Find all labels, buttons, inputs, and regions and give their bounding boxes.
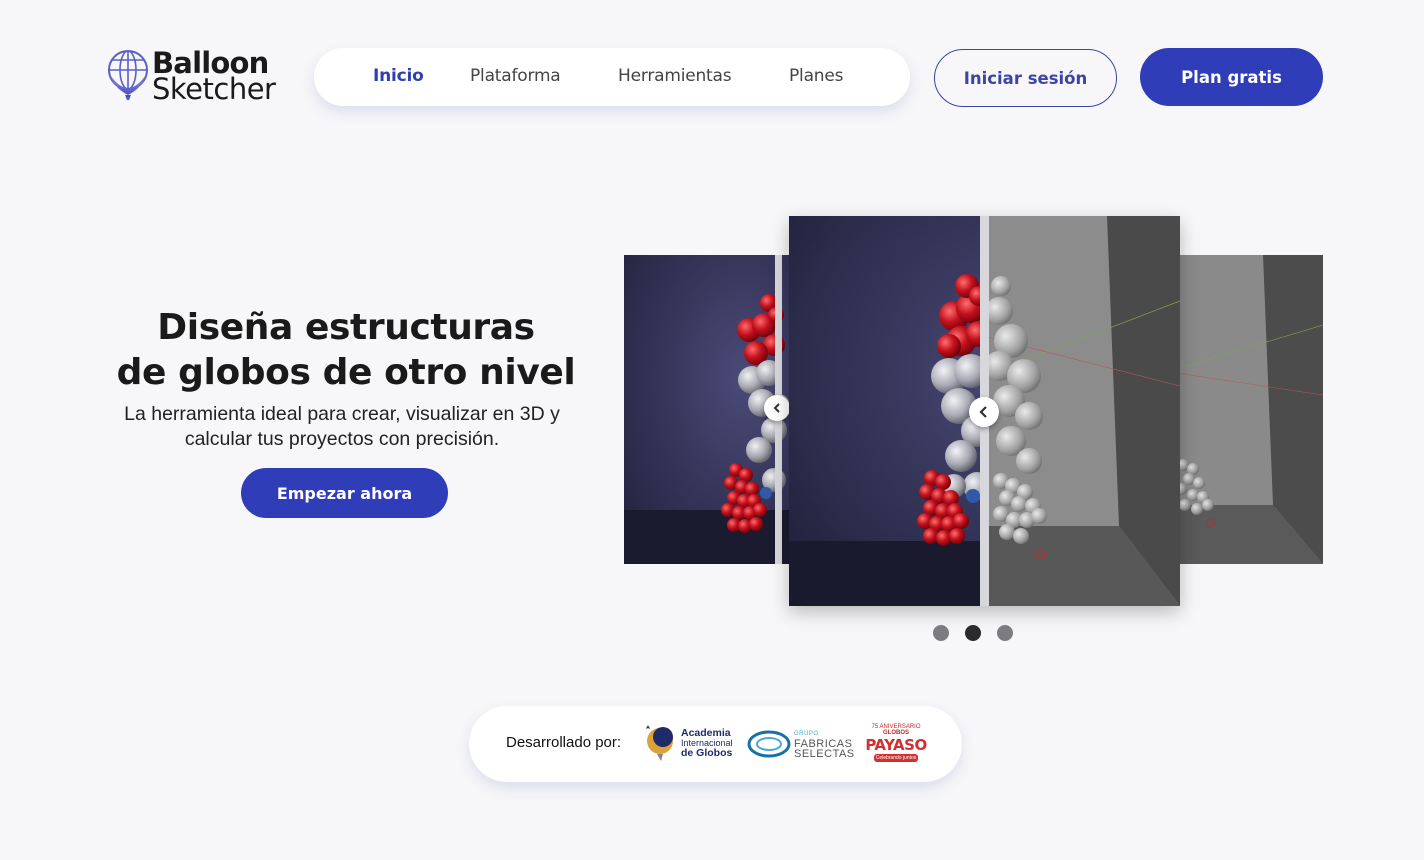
carousel-dot-3[interactable] — [997, 625, 1013, 641]
chevron-left-icon — [979, 406, 987, 418]
hero-subtitle: La herramienta ideal para crear, visuali… — [124, 403, 560, 450]
chevron-left-icon — [773, 403, 780, 413]
nav-item-inicio[interactable]: Inicio — [373, 66, 424, 86]
main-nav: Inicio Plataforma Herramientas Planes — [314, 48, 910, 106]
partner-logo-payaso[interactable]: 75 ANIVERSARIO GLOBOS PAYASO Celebrando … — [865, 724, 927, 764]
partners-label: Desarrollado por: — [506, 734, 622, 751]
hero-title-bold-2: nivel — [479, 352, 576, 393]
nav-item-planes[interactable]: Planes — [789, 66, 843, 86]
academia-globe-icon — [646, 725, 673, 761]
carousel-dots — [933, 625, 1013, 641]
partners-bar: Desarrollado por: Academia Internacional… — [469, 706, 962, 782]
compare-handle[interactable] — [969, 397, 999, 427]
payaso-bottom: Celebrando juntos — [873, 754, 919, 762]
partner-logo-academia[interactable]: Academia Internacional de Globos — [643, 723, 733, 763]
payaso-main: PAYASO — [865, 736, 927, 754]
hero-title-part-2: de globos de otro — [116, 352, 480, 393]
hero-title-bold-1: Diseña — [157, 307, 293, 348]
compare-handle[interactable] — [764, 395, 790, 421]
start-now-button[interactable]: Empezar ahora — [241, 468, 448, 518]
brand-logo[interactable]: Balloon Sketcher — [106, 47, 296, 107]
hero-title: Diseña estructuras de globos de otro niv… — [96, 305, 596, 395]
hero-title-part-1: estructuras — [292, 307, 535, 348]
login-button[interactable]: Iniciar sesión — [934, 49, 1117, 107]
partner-logo-fabricas[interactable]: GRUPO FABRICAS SELECTAS — [747, 726, 855, 762]
free-plan-button[interactable]: Plan gratis — [1140, 48, 1323, 106]
carousel-dot-1[interactable] — [933, 625, 949, 641]
fabricas-line2: SELECTAS — [794, 748, 855, 760]
academia-line3: de Globos — [681, 747, 733, 759]
nav-item-herramientas[interactable]: Herramientas — [618, 66, 732, 86]
fabricas-swoosh-icon — [747, 730, 791, 758]
brand-name-line2: Sketcher — [152, 72, 276, 106]
nav-item-plataforma[interactable]: Plataforma — [470, 66, 561, 86]
balloon-globe-icon — [108, 50, 148, 100]
carousel-dot-2[interactable] — [965, 625, 981, 641]
carousel-slide-active[interactable] — [789, 216, 1180, 606]
